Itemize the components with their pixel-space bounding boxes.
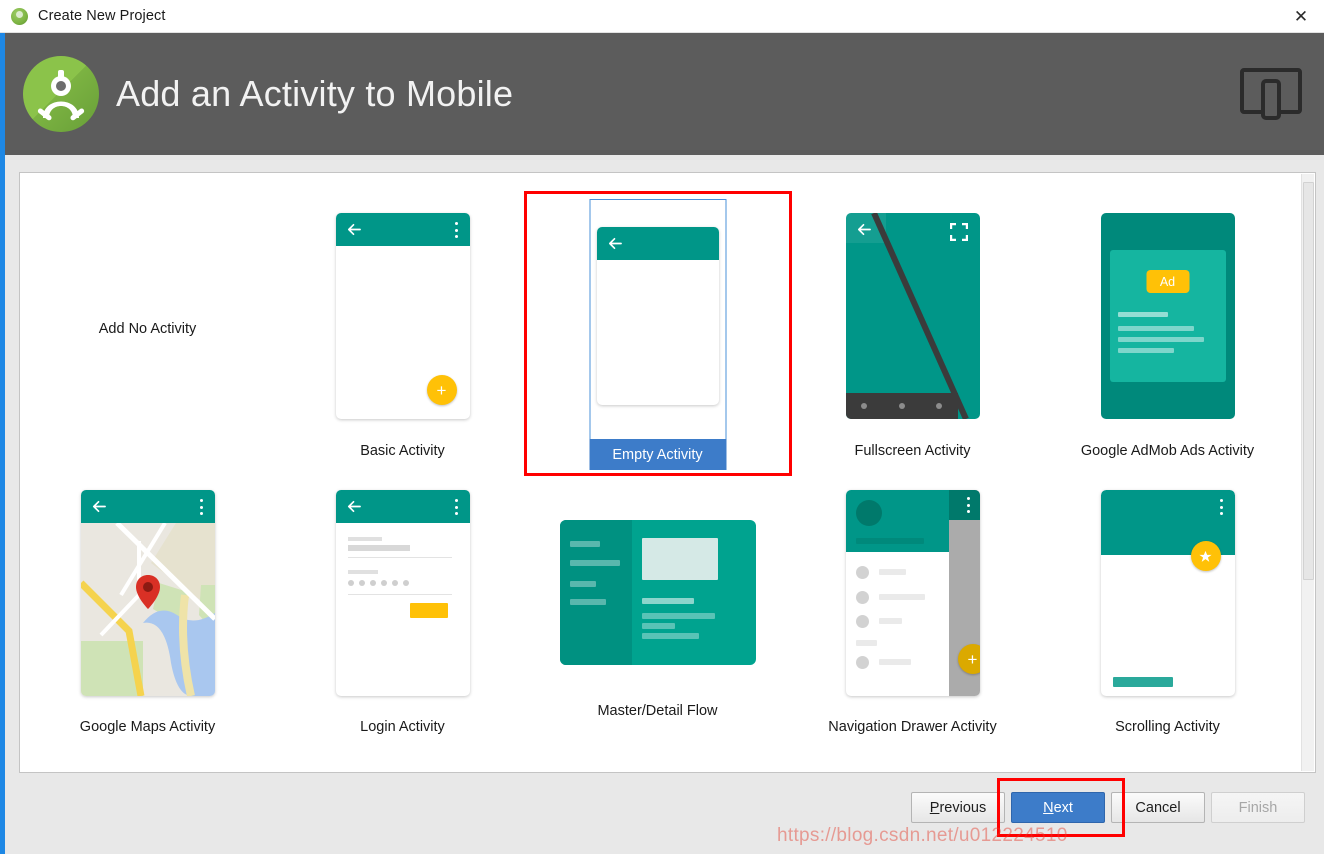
template-label: Empty Activity xyxy=(589,439,726,470)
master-detail-thumbnail xyxy=(559,520,756,665)
window-title: Create New Project xyxy=(38,8,166,24)
cancel-button-label: Cancel xyxy=(1135,799,1181,816)
template-label: Fullscreen Activity xyxy=(854,443,971,459)
ad-badge: Ad xyxy=(1146,270,1189,293)
template-label: Navigation Drawer Activity xyxy=(828,719,997,735)
back-arrow-icon xyxy=(857,223,871,236)
template-row: Add No Activity + Basic Activity Empty A… xyxy=(20,191,1303,481)
back-arrow-icon xyxy=(92,500,106,513)
template-item-maps[interactable]: Google Maps Activity xyxy=(20,481,275,746)
template-label: Google Maps Activity xyxy=(79,719,216,735)
wizard-dialog: Add an Activity to Mobile Add No Activit… xyxy=(0,33,1324,854)
next-button-label: ext xyxy=(1053,799,1073,816)
template-label: Add No Activity xyxy=(98,321,197,337)
overflow-menu-icon xyxy=(455,222,459,238)
next-button[interactable]: Next xyxy=(1011,792,1105,823)
dialog-footer: Previous Next Cancel Finish https://blog… xyxy=(5,778,1324,854)
login-button-shape xyxy=(409,603,448,618)
cancel-button[interactable]: Cancel xyxy=(1111,792,1205,823)
back-arrow-icon xyxy=(347,500,361,513)
template-label: Google AdMob Ads Activity xyxy=(1080,443,1255,459)
gallery-scrollbar[interactable] xyxy=(1301,174,1314,771)
template-item-login[interactable]: Login Activity xyxy=(275,481,530,746)
wizard-header: Add an Activity to Mobile xyxy=(5,33,1324,155)
previous-button-label: revious xyxy=(939,799,987,816)
scrollbar-thumb[interactable] xyxy=(1303,182,1314,580)
template-item-basic[interactable]: + Basic Activity xyxy=(275,191,530,481)
finish-button-label: Finish xyxy=(1238,799,1278,816)
scrolling-activity-thumbnail xyxy=(1100,490,1235,696)
overflow-menu-icon xyxy=(455,499,459,515)
activity-template-gallery[interactable]: Add No Activity + Basic Activity Empty A… xyxy=(19,172,1316,773)
next-button-mnemonic: N xyxy=(1043,799,1054,816)
close-icon[interactable]: ✕ xyxy=(1278,0,1324,32)
overflow-menu-icon xyxy=(967,497,971,513)
template-item-admob[interactable]: Ad Google AdMob Ads Activity xyxy=(1040,191,1295,481)
back-arrow-icon xyxy=(347,223,361,236)
template-label: Login Activity xyxy=(360,719,445,735)
android-studio-icon xyxy=(11,7,28,25)
basic-activity-thumbnail: + xyxy=(335,213,470,419)
create-new-project-dialog: Create New Project ✕ Add an Activity to … xyxy=(0,0,1324,854)
floating-action-button-icon xyxy=(1190,541,1221,571)
template-item-fullscreen[interactable]: Fullscreen Activity xyxy=(785,191,1040,481)
template-label: Basic Activity xyxy=(360,443,445,459)
window-title-bar: Create New Project ✕ xyxy=(0,0,1324,33)
template-label: Master/Detail Flow xyxy=(597,703,718,719)
fullscreen-activity-thumbnail xyxy=(845,213,980,419)
template-item-masterdetail[interactable]: Master/Detail Flow xyxy=(530,481,785,746)
template-item-navdrawer[interactable]: + Navigation Drawer Activity xyxy=(785,481,1040,746)
empty-activity-thumbnail xyxy=(591,213,725,419)
admob-activity-thumbnail: Ad xyxy=(1100,213,1235,419)
previous-button[interactable]: Previous xyxy=(911,792,1005,823)
android-studio-logo xyxy=(23,56,99,132)
previous-button-mnemonic: P xyxy=(929,799,940,816)
template-row: Google Maps Activity Login Activity Mast… xyxy=(20,481,1303,746)
template-label: Scrolling Activity xyxy=(1115,719,1220,735)
finish-button: Finish xyxy=(1211,792,1305,823)
template-item-scrolling[interactable]: Scrolling Activity xyxy=(1040,481,1295,746)
nav-drawer-thumbnail: + xyxy=(845,490,980,696)
login-activity-thumbnail xyxy=(335,490,470,696)
floating-action-button-icon: + xyxy=(426,375,457,405)
back-arrow-icon xyxy=(608,237,622,250)
page-title: Add an Activity to Mobile xyxy=(116,73,514,114)
expand-fullscreen-icon xyxy=(949,223,968,241)
overflow-menu-icon xyxy=(1220,499,1224,515)
mobile-device-icon xyxy=(1240,68,1302,120)
maps-activity-thumbnail xyxy=(80,490,215,696)
template-item-empty[interactable]: Empty Activity xyxy=(523,191,792,481)
overflow-menu-icon xyxy=(200,499,204,515)
template-item-none[interactable]: Add No Activity xyxy=(20,191,275,481)
watermark: https://blog.csdn.net/u012224510 xyxy=(777,825,1068,846)
